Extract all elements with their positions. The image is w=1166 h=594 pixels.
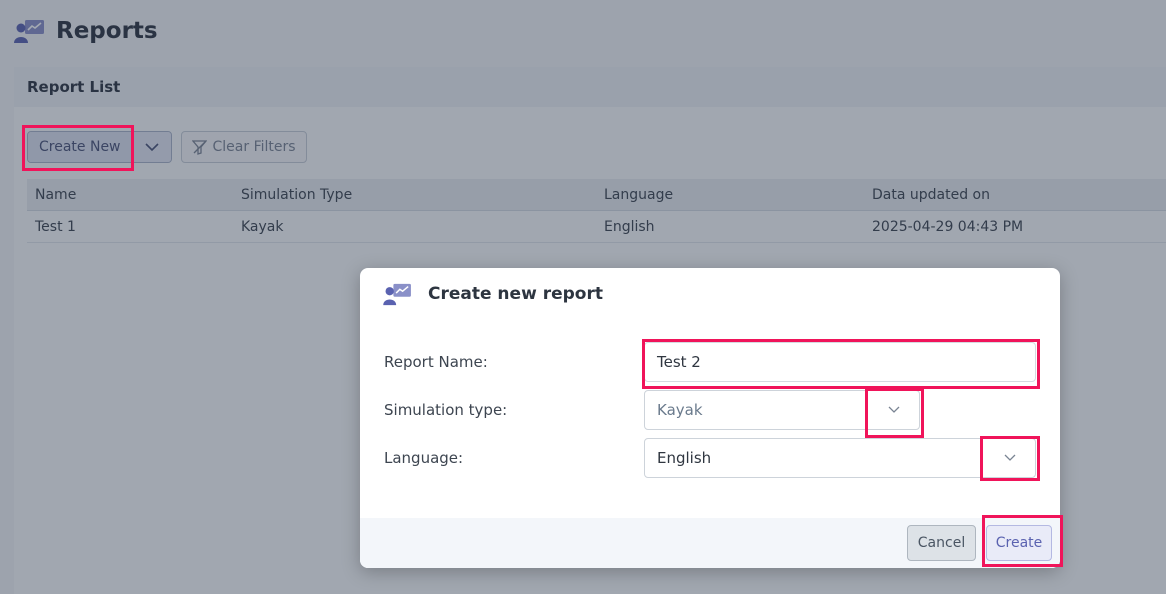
dialog-header: Create new report <box>360 268 1060 320</box>
create-button[interactable]: Create <box>986 525 1052 561</box>
cancel-button[interactable]: Cancel <box>907 525 976 561</box>
simulation-type-label: Simulation type: <box>384 401 508 419</box>
chevron-down-icon <box>888 406 900 413</box>
language-label: Language: <box>384 449 464 467</box>
language-row: Language: English <box>384 438 1036 478</box>
report-name-label: Report Name: <box>384 353 488 371</box>
create-report-dialog: Create new report Report Name: Test 2 Si… <box>360 268 1060 568</box>
dialog-footer: Cancel Create <box>360 518 1060 568</box>
simulation-type-row: Simulation type: Kayak <box>384 390 920 430</box>
chevron-down-icon <box>1004 454 1016 461</box>
simulation-type-select[interactable]: Kayak <box>644 390 920 430</box>
simulation-type-value: Kayak <box>657 401 703 419</box>
report-name-input[interactable]: Test 2 <box>644 342 1036 382</box>
simulation-type-dropdown-toggle[interactable] <box>869 391 919 429</box>
language-select[interactable]: English <box>644 438 1036 478</box>
report-presentation-icon <box>383 283 411 306</box>
dialog-title: Create new report <box>428 284 603 304</box>
language-value: English <box>657 449 712 467</box>
language-dropdown-toggle[interactable] <box>985 439 1035 477</box>
report-name-row: Report Name: Test 2 <box>384 342 1036 382</box>
